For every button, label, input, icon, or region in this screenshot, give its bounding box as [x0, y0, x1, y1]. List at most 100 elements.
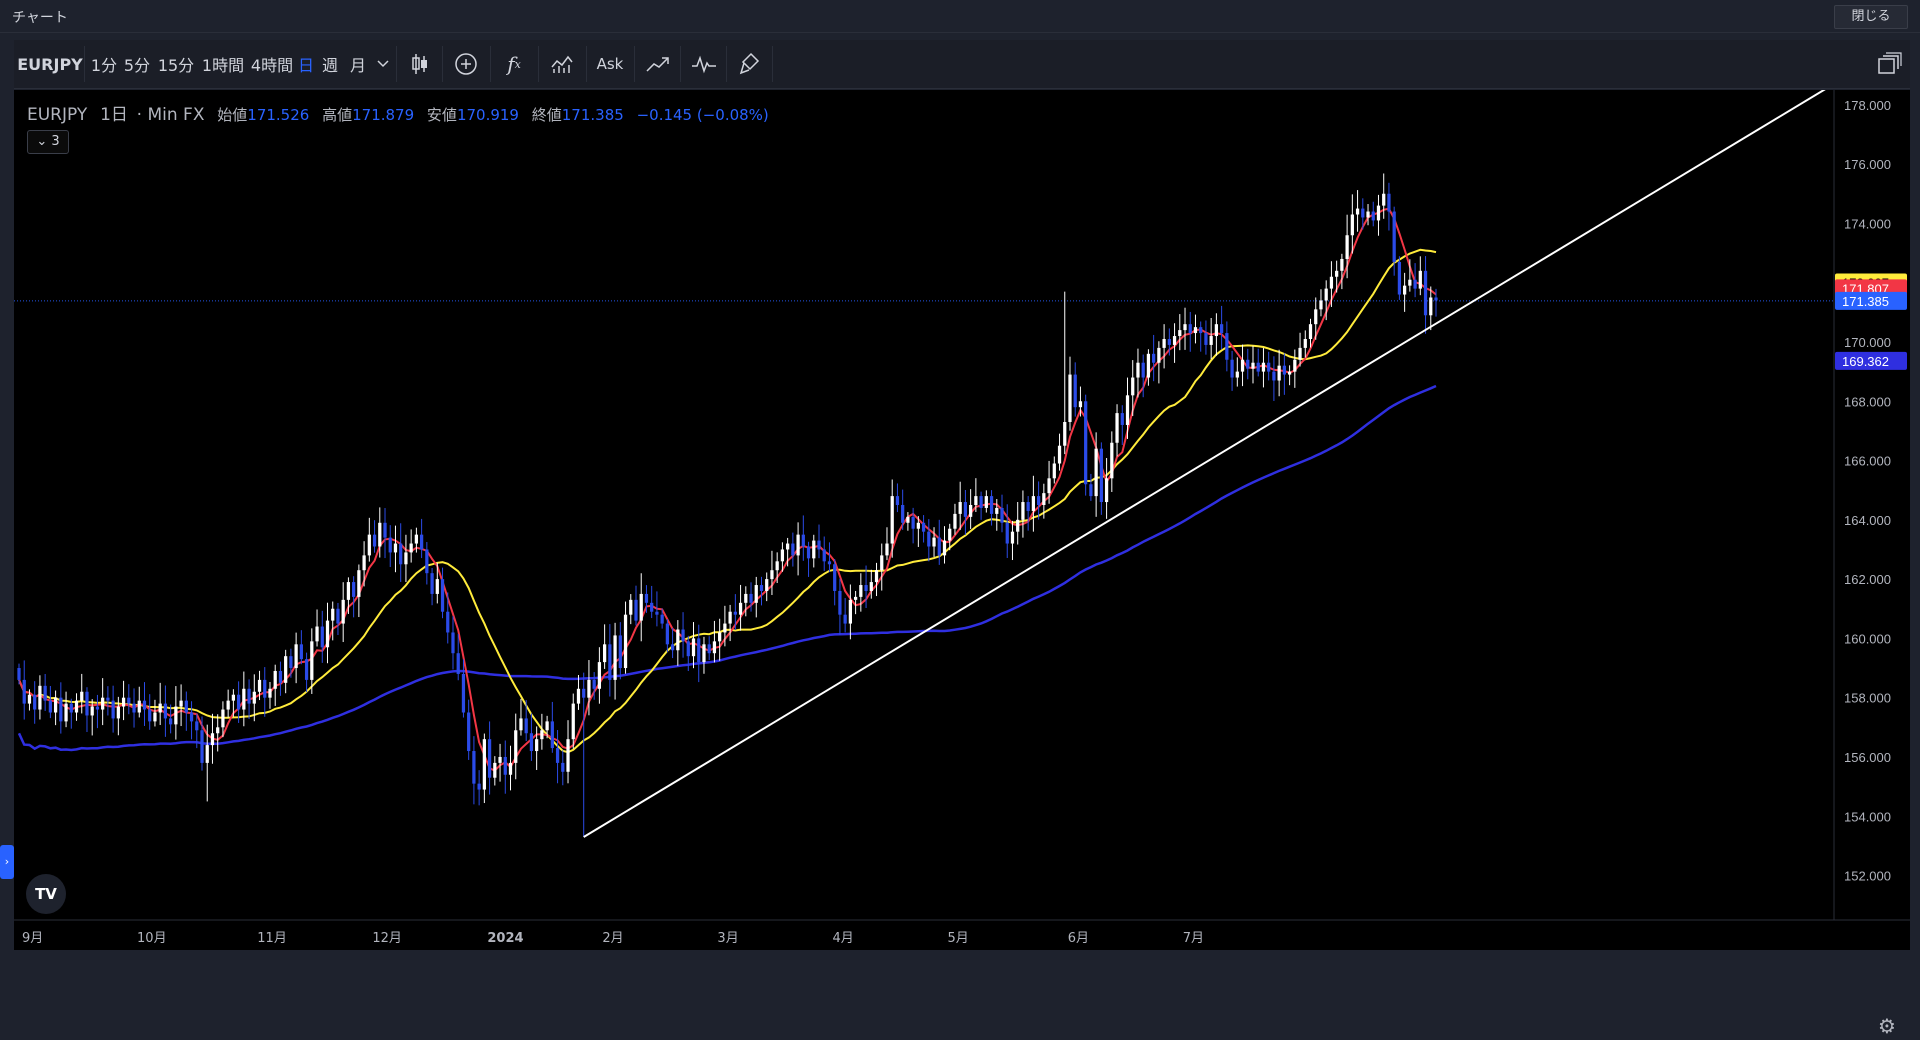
toolbar-divider [772, 46, 773, 82]
add-compare-icon[interactable] [444, 40, 488, 88]
candle [796, 522, 800, 576]
candle-body [822, 549, 826, 562]
candle [503, 740, 507, 794]
candle [759, 576, 764, 606]
candle [184, 691, 188, 731]
side-panel-handle[interactable]: › [0, 845, 14, 879]
candle [676, 620, 680, 666]
candle-body [498, 756, 502, 763]
candle-body [707, 644, 711, 654]
trendline [583, 90, 1826, 838]
interval-1h-button[interactable]: 1時間 [200, 40, 246, 88]
y-tick-label: 176.000 [1844, 157, 1891, 172]
candle [1214, 313, 1219, 356]
interval-day-button[interactable]: 日 [296, 40, 316, 88]
pulse-icon[interactable] [682, 40, 726, 88]
candle-body [921, 522, 926, 532]
candle-body [514, 730, 518, 763]
price-badge-label: 171.385 [1842, 294, 1889, 309]
candle-body [184, 700, 188, 713]
interval-4h-button[interactable]: 4時間 [249, 40, 295, 88]
legend-close-value: 171.385 [561, 106, 624, 124]
y-tick-label: 156.000 [1844, 750, 1891, 765]
candle-body [1063, 422, 1067, 446]
candle [352, 576, 356, 618]
candle [263, 667, 267, 717]
candle-body [665, 623, 669, 645]
candle [111, 685, 115, 733]
candle [979, 491, 983, 520]
candle-body [765, 579, 769, 591]
close-button[interactable]: 閉じる [1834, 5, 1908, 29]
candle [1005, 504, 1009, 558]
candle [158, 682, 162, 725]
candle-body [43, 685, 47, 701]
indicator-collapse-button[interactable]: ⌄ 3 [27, 130, 69, 154]
candle [38, 675, 42, 720]
legend-open-value: 171.526 [247, 106, 310, 124]
chart-area[interactable]: 178.000176.000174.000172.000170.000168.0… [14, 90, 1910, 1038]
candle-body [524, 718, 528, 734]
brush-icon[interactable] [728, 40, 772, 88]
candle [404, 534, 408, 583]
candle [1068, 356, 1072, 431]
candle [210, 713, 215, 764]
candle-body [942, 540, 947, 556]
candle-type-icon[interactable] [398, 40, 442, 88]
candle [1204, 320, 1208, 355]
candle-body [1073, 374, 1077, 408]
toolbar-divider [84, 46, 85, 82]
trend-line-icon[interactable] [636, 40, 680, 88]
candle-body [801, 534, 805, 547]
candle-body [189, 712, 194, 722]
interval-month-button[interactable]: 月 [348, 40, 368, 88]
candle [1036, 481, 1041, 520]
candle [226, 689, 230, 718]
candle-body [430, 573, 434, 594]
tradingview-logo[interactable]: TV [26, 874, 66, 914]
candle-body [252, 691, 256, 704]
interval-5m-button[interactable]: 5分 [123, 40, 151, 88]
candle [906, 512, 910, 531]
candle [59, 682, 63, 734]
candle [613, 622, 617, 700]
candle-body [1005, 522, 1009, 544]
candle [304, 652, 309, 693]
candle-body [989, 496, 994, 514]
candle-body [712, 641, 717, 654]
candle [1089, 473, 1093, 501]
ask-button[interactable]: Ask [588, 40, 632, 88]
layout-windows-icon[interactable] [1870, 40, 1910, 88]
candle [806, 541, 811, 577]
candlestick-chart[interactable]: 178.000176.000174.000172.000170.000168.0… [14, 90, 1910, 950]
candle [1235, 357, 1239, 387]
candle-body [33, 694, 37, 710]
candle [325, 602, 330, 664]
interval-week-button[interactable]: 週 [320, 40, 340, 88]
candle [817, 524, 821, 559]
candle [74, 693, 79, 721]
ma-slow-line [17, 384, 1437, 752]
candle [665, 619, 669, 653]
candle-body [1167, 339, 1171, 345]
templates-icon[interactable] [540, 40, 584, 88]
candle-body [1157, 347, 1161, 363]
candle-body [414, 534, 419, 544]
candle-body [864, 585, 868, 591]
settings-gear-icon[interactable]: ⚙ [1874, 1014, 1900, 1040]
indicators-icon[interactable]: 𝑓x [492, 40, 536, 88]
chevron-down-icon[interactable] [372, 40, 394, 88]
interval-1m-button[interactable]: 1分 [90, 40, 118, 88]
y-tick-label: 178.000 [1844, 98, 1891, 113]
candle-body [1293, 359, 1297, 372]
candle-body [535, 739, 539, 752]
candle-body [623, 614, 628, 669]
candle [1172, 323, 1177, 363]
symbol-button[interactable]: EURJPY [17, 40, 83, 88]
candle-body [963, 502, 968, 517]
candle-body [1193, 327, 1198, 334]
candle-body [770, 570, 774, 580]
candle [137, 686, 141, 718]
interval-15m-button[interactable]: 15分 [157, 40, 195, 88]
candle-body [1267, 362, 1271, 372]
